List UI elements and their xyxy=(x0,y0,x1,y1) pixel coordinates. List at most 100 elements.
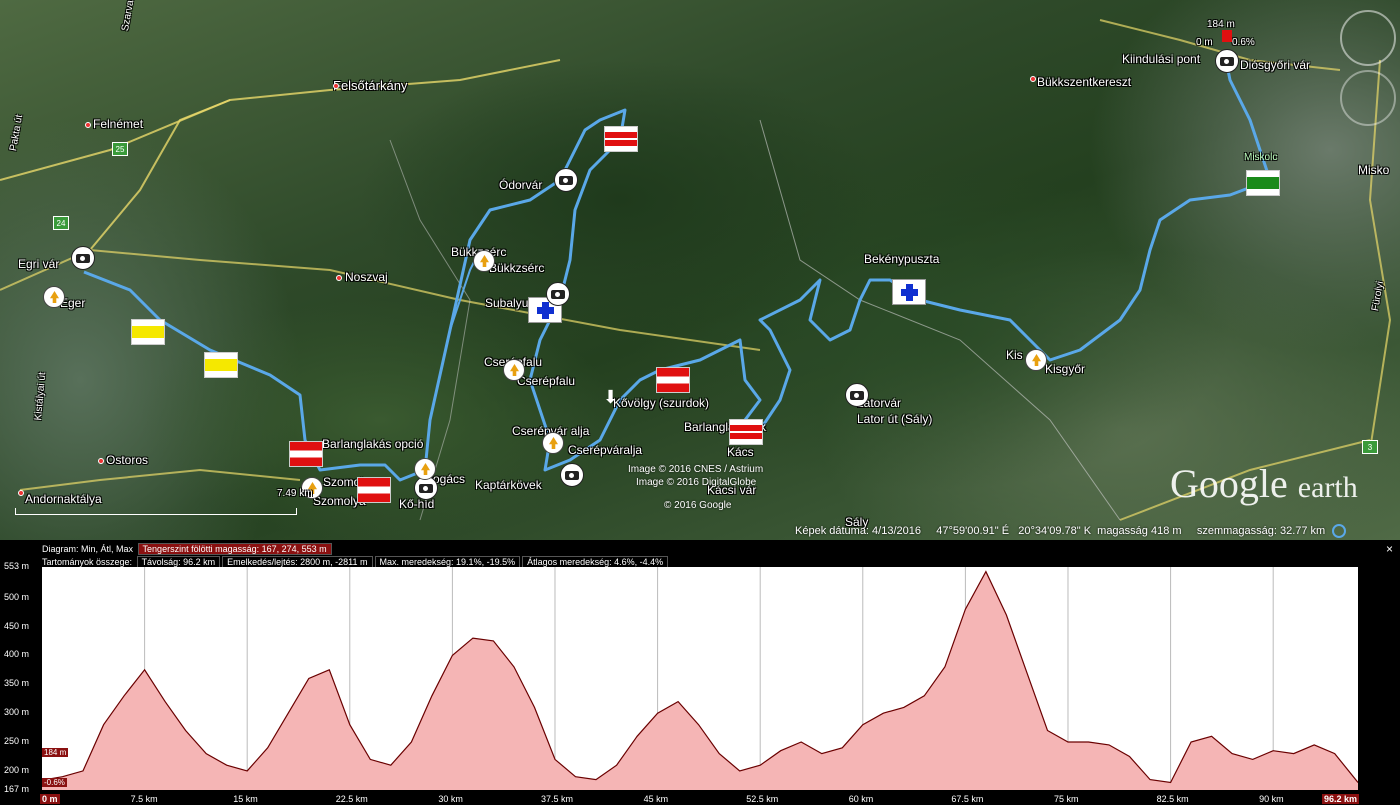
x-tick-label: 15 km xyxy=(233,794,258,804)
x-tick-label: 45 km xyxy=(643,794,669,804)
y-tick-label: 450 m xyxy=(4,620,30,631)
trail-marker-yellow[interactable] xyxy=(204,352,238,378)
place-label: Bekénypuszta xyxy=(864,252,940,266)
copyright-text: © 2016 Google xyxy=(664,500,732,511)
x-tick-label: 52.5 km xyxy=(746,794,779,804)
cursor-slope-pin: -0.6% xyxy=(42,778,67,787)
place-label: Subalyuk xyxy=(485,296,535,310)
profile-header-row1: Diagram: Min, Átl, Max Tengerszint fölöt… xyxy=(42,543,332,555)
y-tick-label: 400 m xyxy=(4,649,30,660)
place-label: Egri vár xyxy=(18,257,60,271)
start-elev-label: 184 m xyxy=(1207,19,1235,30)
eye-altitude: szemmagasság: 32.77 km xyxy=(1196,524,1326,537)
place-label: Andornaktálya xyxy=(25,492,102,506)
copyright-text: Image © 2016 DigitalGlobe xyxy=(636,477,757,488)
y-tick-label: 167 m xyxy=(4,784,30,794)
x-tick-label: 30 km xyxy=(438,794,463,804)
place-label: Miskolc xyxy=(1244,152,1278,163)
camera-icon[interactable] xyxy=(554,168,578,192)
scale-bar xyxy=(15,508,297,515)
place-dot xyxy=(85,122,91,128)
trail-marker-green[interactable] xyxy=(1246,170,1280,196)
x-tick-label: 7.5 km xyxy=(130,794,158,804)
x-tick-label: 22.5 km xyxy=(335,794,368,804)
start-pct-label: 0.6% xyxy=(1232,37,1255,48)
place-label: Kács xyxy=(727,445,754,459)
y-tick-label: 300 m xyxy=(4,707,30,718)
camera-icon[interactable] xyxy=(546,282,570,306)
place-label: Felsőtárkány xyxy=(333,78,408,93)
elevation-chart-svg xyxy=(41,567,1359,790)
arrow-down-icon: ⬇ xyxy=(603,387,619,407)
x-tick-label: 37.5 km xyxy=(540,794,573,804)
map-overlay xyxy=(0,19,1392,521)
copyright-text: Image © 2016 CNES / Astrium xyxy=(628,464,764,475)
place-label: Barlanglakás opció xyxy=(322,437,424,451)
map-view[interactable]: Felsőtárkány Felnémet Szarvaskői út Pakt… xyxy=(0,0,1400,540)
place-dot xyxy=(98,458,104,464)
close-icon[interactable]: × xyxy=(1386,542,1393,556)
trail-marker-red[interactable] xyxy=(729,419,763,445)
hiker-icon[interactable] xyxy=(1025,349,1047,371)
y-tick-label: 553 m xyxy=(4,561,30,571)
road-shield: 24 xyxy=(53,216,69,230)
x-tick-label: 90 km xyxy=(1259,794,1284,804)
compass-control[interactable] xyxy=(1340,10,1396,66)
x-tick-label: 75 km xyxy=(1053,794,1079,804)
longitude: 20°34'09.78" K xyxy=(1018,524,1092,537)
hiker-icon[interactable] xyxy=(473,250,495,272)
camera-icon[interactable] xyxy=(560,463,584,487)
camera-icon[interactable] xyxy=(71,246,95,270)
scale-label: 7.49 km xyxy=(277,488,313,499)
place-label: Bükkszentkereszt xyxy=(1037,75,1132,89)
hiker-icon[interactable] xyxy=(414,458,436,480)
ranges-label: Tartományok összege: xyxy=(42,557,133,567)
trail-marker-red[interactable] xyxy=(656,367,690,393)
place-label: Kisgyőr xyxy=(1045,362,1086,376)
imagery-date: Képek dátuma: 4/13/2016 xyxy=(795,524,921,537)
diagram-label: Diagram: Min, Átl, Max xyxy=(42,544,134,554)
place-label: Kővölgy (szurdok) xyxy=(613,396,710,410)
hiker-icon[interactable] xyxy=(43,286,65,308)
y-tick-label: 350 m xyxy=(4,678,30,689)
place-label: Kiindulási pont xyxy=(1122,52,1201,66)
trail-marker-red[interactable] xyxy=(289,441,323,467)
trail-marker-red[interactable] xyxy=(357,477,391,503)
y-tick-label: 500 m xyxy=(4,591,30,602)
elevation-stats[interactable]: Tengerszint fölötti magasság: 167, 274, … xyxy=(137,543,332,555)
place-label: Cserépfalu xyxy=(517,374,576,388)
google-earth-logo: Google earth xyxy=(1170,461,1358,506)
hiker-icon[interactable] xyxy=(542,432,564,454)
start-distance-label: 0 m xyxy=(40,794,60,804)
elevation-area xyxy=(42,571,1358,790)
status-bar: Képek dátuma: 4/13/2016 47°59'00.91" É 2… xyxy=(795,524,1347,538)
place-label: Cserépváralja xyxy=(568,443,643,457)
place-label: Lator út (Sály) xyxy=(857,412,933,426)
place-label: Diósgyőri vár xyxy=(1240,58,1311,72)
y-tick-label: 250 m xyxy=(4,736,30,747)
start-dist-label: 0 m xyxy=(1196,37,1213,48)
place-label: Ódorvár xyxy=(499,178,543,192)
place-dot xyxy=(1030,76,1036,82)
look-control[interactable] xyxy=(1340,70,1396,126)
x-tick-label: 60 km xyxy=(848,794,874,804)
y-tick-label: 200 m xyxy=(4,764,30,775)
x-tick-label: 82.5 km xyxy=(1156,794,1189,804)
shelter-cross-icon[interactable] xyxy=(892,279,926,305)
hiker-icon[interactable] xyxy=(503,359,525,381)
camera-icon[interactable] xyxy=(845,383,869,407)
latitude: 47°59'00.91" É xyxy=(936,524,1010,537)
place-dot xyxy=(18,490,24,496)
elevation-chart[interactable] xyxy=(41,567,1359,790)
place-label: Noszvaj xyxy=(345,270,388,284)
place-dot xyxy=(333,83,339,89)
place-dot xyxy=(336,275,342,281)
place-label: Felnémet xyxy=(93,117,144,131)
place-label: Kaptárkövek xyxy=(475,478,542,492)
end-distance-label: 96.2 km xyxy=(1322,794,1360,804)
trail-marker-yellow[interactable] xyxy=(131,319,165,345)
road-shield: 25 xyxy=(112,142,128,156)
camera-icon[interactable] xyxy=(1215,49,1239,73)
cursor-elevation-pin: 184 m xyxy=(42,748,69,757)
trail-marker-red[interactable] xyxy=(604,126,638,152)
